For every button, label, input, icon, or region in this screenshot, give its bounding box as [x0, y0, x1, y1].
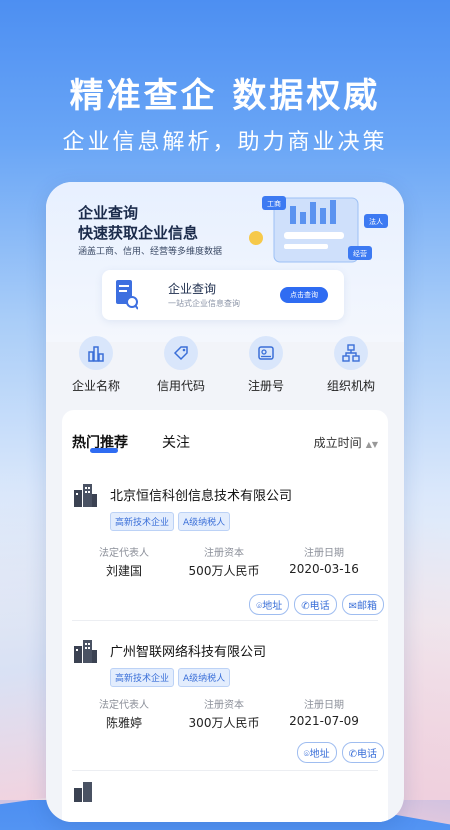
phone-icon: ✆ [348, 749, 357, 760]
hero-title: 精准查企 数据权威 [69, 76, 381, 116]
tag-badge: 高新技术企业 [110, 668, 175, 687]
tag-icon [164, 336, 198, 370]
tag-badge: A级纳税人 [178, 668, 231, 687]
company-actions: ⌾地址 ✆电话 [292, 742, 384, 763]
phone-screen: 企业查询 快速获取企业信息 涵盖工商、信用、经营等多维度数据 工商 法人 经营 [46, 182, 404, 822]
category-registration-no[interactable]: 注册号 [226, 336, 306, 394]
phone-icon: ✆ [301, 601, 310, 612]
legal-rep-value: 陈雅婷 [105, 716, 142, 730]
banner-title: 企业查询 [78, 204, 139, 222]
category-grid: 企业名称 信用代码 注册号 组织机构 [46, 332, 404, 402]
building-chart-icon [79, 336, 113, 370]
tag-badge: 高新技术企业 [110, 512, 175, 531]
legal-rep-label: 法定代表人 [99, 548, 149, 559]
date-value: 2020-03-16 [289, 562, 359, 576]
category-organization[interactable]: 组织机构 [311, 336, 391, 394]
company-name[interactable]: 北京恒信科创信息技术有限公司 [110, 485, 292, 504]
document-search-icon [116, 280, 138, 310]
illus-label-gongshang: 工商 [267, 199, 281, 208]
capital-label: 注册资本 [204, 548, 244, 559]
sort-arrows-icon: ▲▼ [365, 440, 378, 449]
banner-headline: 快速获取企业信息 [78, 224, 199, 242]
tab-active-indicator [90, 448, 118, 453]
id-card-icon [249, 336, 283, 370]
banner-description: 涵盖工商、信用、经营等多维度数据 [78, 247, 223, 257]
company-building-icon [74, 484, 97, 507]
capital-value: 300万人民币 [188, 716, 260, 730]
address-button[interactable]: ⌾地址 [296, 742, 337, 763]
enterprise-search-card[interactable]: 企业查询 一站式企业信息查询 点击查询 [102, 270, 344, 320]
company-building-icon [74, 782, 92, 802]
tab-follow[interactable]: 关注 [162, 432, 190, 452]
address-button[interactable]: ⌾地址 [249, 594, 290, 615]
legal-rep-value: 刘建国 [105, 564, 142, 578]
legal-rep-label: 法定代表人 [99, 700, 149, 711]
hero-subtitle: 企业信息解析，助力商业决策 [62, 130, 388, 155]
search-card-description: 一站式企业信息查询 [168, 299, 240, 308]
tag-badge: A级纳税人 [178, 512, 231, 531]
illus-label-faren: 法人 [369, 217, 383, 226]
phone-label: 电话 [309, 601, 330, 612]
phone-label: 电话 [357, 749, 377, 760]
company-list: 热门推荐 关注 成立时间 ▲▼ 北京恒信科创信息技术有限公司 高新技术企业 A级纳税… [62, 410, 388, 822]
company-actions: ⌾地址 ✆电话 ✉邮箱 [244, 594, 384, 615]
category-company-name[interactable]: 企业名称 [56, 336, 136, 394]
illus-label-jingying: 经营 [353, 249, 367, 258]
category-label: 注册号 [247, 379, 284, 393]
dashboard-illustration-icon: 工商 法人 经营 [249, 196, 388, 263]
category-credit-code[interactable]: 信用代码 [141, 336, 221, 394]
company-tags: 高新技术企业 A级纳税人 [110, 666, 234, 687]
date-label: 注册日期 [304, 700, 344, 711]
category-label: 信用代码 [156, 379, 205, 393]
search-card-title: 企业查询 [168, 282, 217, 296]
address-label: 地址 [309, 749, 330, 760]
email-button[interactable]: ✉邮箱 [341, 594, 384, 615]
mail-icon: ✉ [348, 601, 357, 612]
query-button[interactable]: 点击查询 [280, 287, 328, 303]
date-value: 2021-07-09 [289, 714, 359, 728]
divider [72, 620, 378, 621]
category-label: 组织机构 [326, 379, 375, 393]
address-label: 地址 [262, 601, 283, 612]
company-tags: 高新技术企业 A级纳税人 [110, 510, 234, 531]
company-building-icon [74, 640, 97, 663]
sort-by-founding-date[interactable]: 成立时间 ▲▼ [314, 434, 378, 451]
sort-label: 成立时间 [313, 436, 362, 450]
capital-label: 注册资本 [204, 700, 244, 711]
email-label: 邮箱 [357, 601, 377, 612]
divider [72, 770, 378, 771]
phone-button[interactable]: ✆电话 [294, 594, 337, 615]
date-label: 注册日期 [304, 548, 344, 559]
org-tree-icon [334, 336, 368, 370]
category-label: 企业名称 [71, 379, 120, 393]
phone-button[interactable]: ✆电话 [341, 742, 384, 763]
company-name[interactable]: 广州智联网络科技有限公司 [110, 641, 266, 660]
capital-value: 500万人民币 [188, 564, 260, 578]
